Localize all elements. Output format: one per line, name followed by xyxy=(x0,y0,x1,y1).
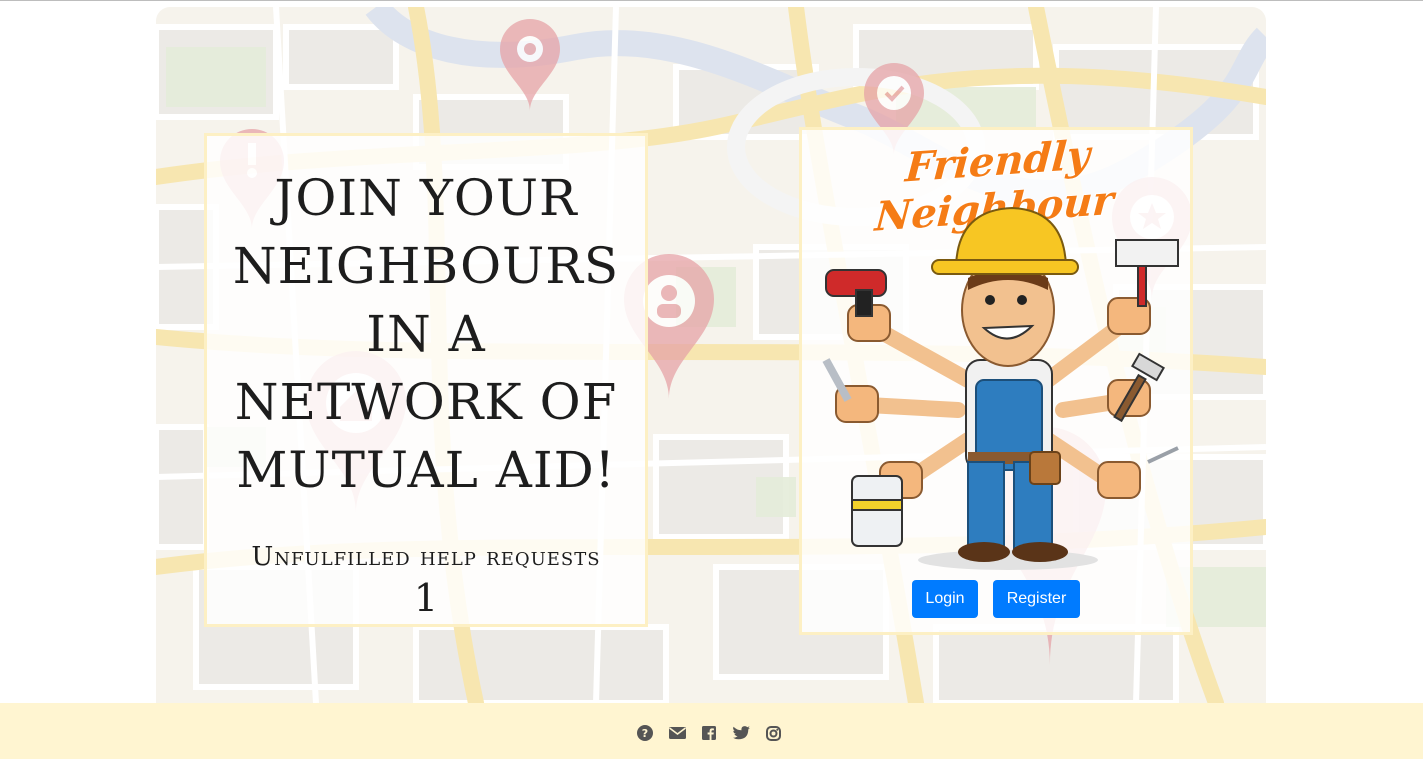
register-button[interactable]: Register xyxy=(993,580,1080,618)
footer-icon-bar: ? xyxy=(636,724,782,742)
instagram-icon[interactable] xyxy=(764,724,782,742)
facebook-icon[interactable] xyxy=(700,724,718,742)
svg-text:?: ? xyxy=(642,727,648,740)
hero-panel: Join your neighbours in a network of mut… xyxy=(204,133,648,627)
handyman-mascot-illustration xyxy=(822,206,1179,570)
auth-panel: Friendly Neighbour Login Register xyxy=(799,127,1193,635)
hero-heading: Join your neighbours in a network of mut… xyxy=(232,169,620,499)
footer: ? xyxy=(0,703,1423,759)
unfulfilled-requests-count: 1 xyxy=(413,576,439,620)
unfulfilled-requests-label: Unfulfilled help requests xyxy=(251,542,601,572)
question-circle-icon[interactable]: ? xyxy=(636,724,654,742)
login-button[interactable]: Login xyxy=(912,580,978,618)
envelope-icon[interactable] xyxy=(668,724,686,742)
twitter-icon[interactable] xyxy=(732,724,750,742)
